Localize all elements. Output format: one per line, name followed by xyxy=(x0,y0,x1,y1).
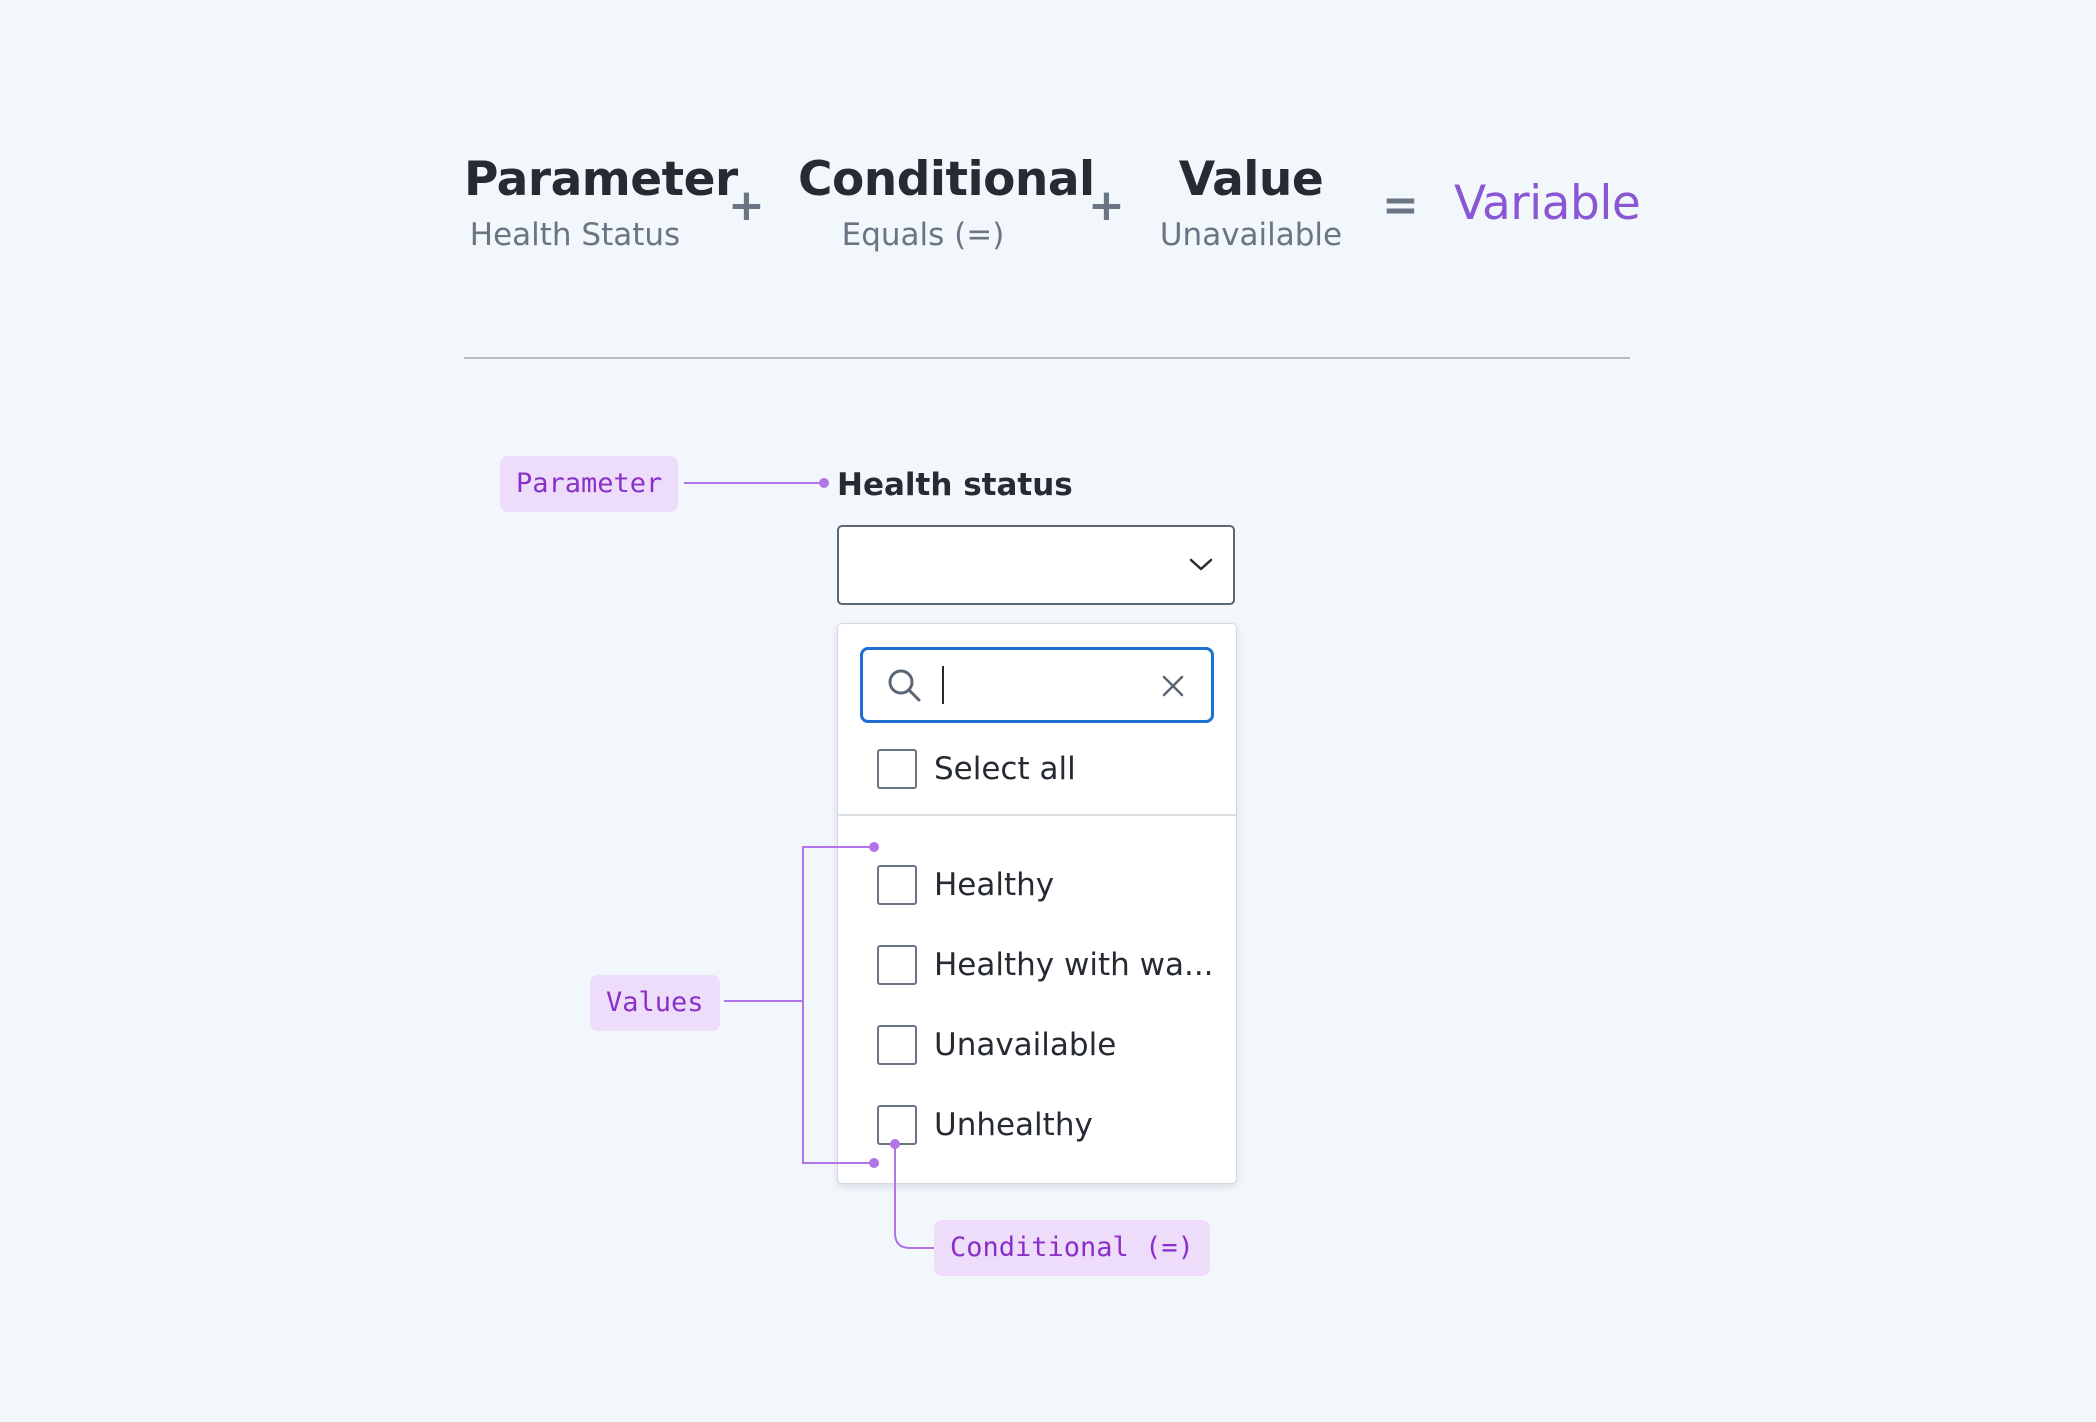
select-all-label: Select all xyxy=(934,751,1076,787)
search-input[interactable] xyxy=(860,647,1214,723)
option-checkbox[interactable] xyxy=(877,865,917,905)
equation-result: Variable xyxy=(1454,176,1641,231)
values-annotation: Values xyxy=(590,975,720,1031)
equation-conditional-title: Conditional xyxy=(798,152,1095,207)
equals-operator: = xyxy=(1382,180,1419,231)
close-icon[interactable] xyxy=(1161,674,1185,702)
equation-parameter-subtitle: Health Status xyxy=(469,217,681,253)
select-all-checkbox[interactable] xyxy=(877,749,917,789)
search-icon xyxy=(887,668,923,708)
equation-value-subtitle: Unavailable xyxy=(1159,217,1343,253)
plus-operator: + xyxy=(728,180,765,231)
option-label: Healthy xyxy=(934,867,1055,903)
equation-conditional-subtitle: Equals (=) xyxy=(841,217,1005,253)
connector-dot xyxy=(819,478,829,488)
option-label: Unavailable xyxy=(934,1027,1117,1063)
option-checkbox[interactable] xyxy=(877,945,917,985)
divider xyxy=(464,357,1630,359)
parameter-annotation: Parameter xyxy=(500,456,679,512)
dropdown-panel: Select all Healthy Healthy with wa... Un… xyxy=(837,623,1237,1184)
health-status-select[interactable] xyxy=(837,525,1235,605)
option-label: Healthy with wa... xyxy=(934,947,1214,983)
chevron-down-icon xyxy=(1189,555,1213,579)
text-cursor xyxy=(942,666,944,704)
field-label: Health status xyxy=(837,467,1073,503)
option-checkbox[interactable] xyxy=(877,1025,917,1065)
option-checkbox[interactable] xyxy=(877,1105,917,1145)
panel-divider xyxy=(838,814,1236,816)
equation-conditional: Conditional Equals (=) xyxy=(798,152,1095,253)
equation-value-title: Value xyxy=(1178,152,1324,207)
plus-operator: + xyxy=(1088,180,1125,231)
conditional-annotation: Conditional (=) xyxy=(934,1220,1210,1276)
equation-parameter: Parameter Health Status xyxy=(464,152,738,253)
equation-value: Value Unavailable xyxy=(1158,152,1344,253)
equation-parameter-title: Parameter xyxy=(464,152,738,207)
option-label: Unhealthy xyxy=(934,1107,1093,1143)
